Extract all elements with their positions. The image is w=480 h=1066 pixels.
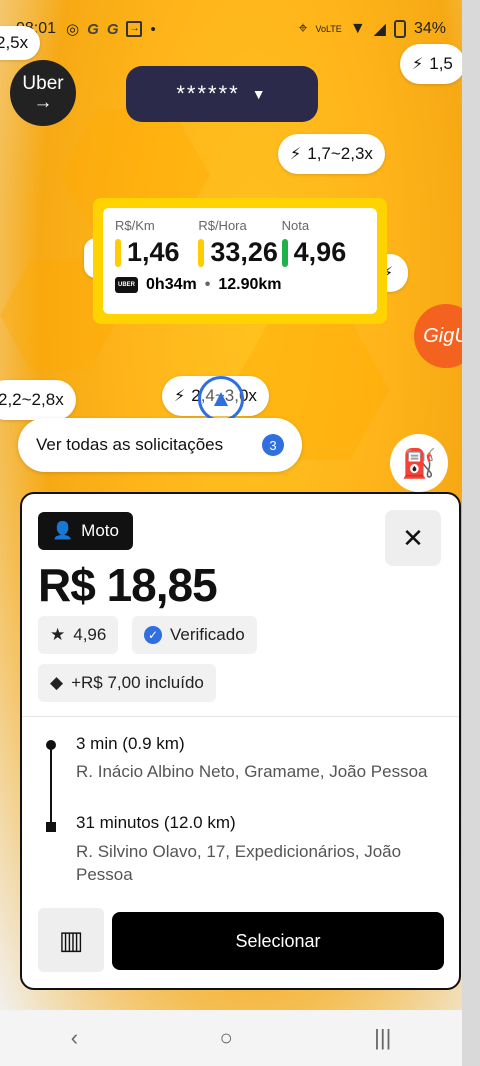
verified-icon: ✓: [144, 626, 162, 644]
pickup-address: R. Inácio Albino Neto, Gramame, João Pes…: [76, 762, 428, 781]
uber-logo[interactable]: Uber →: [10, 60, 76, 126]
divider: [22, 716, 459, 717]
arrow-right-icon: →: [33, 92, 53, 113]
surge-value: 1,5: [429, 54, 453, 73]
stat-label-hour: R$/Hora: [198, 218, 247, 233]
route-line: [50, 744, 52, 828]
fuel-station-icon[interactable]: ⛽: [390, 434, 448, 492]
box-icon: →: [126, 21, 143, 37]
uber-mini-logo: UBER: [115, 277, 139, 293]
trip-distance: 12.90km: [218, 276, 282, 293]
bonus-chip: ◆ +R$ 7,00 incluído: [38, 664, 216, 702]
chevron-down-icon: ▼: [251, 86, 268, 102]
surge-pill[interactable]: 2,2~2,8x: [0, 380, 76, 420]
g-icon: G: [87, 20, 99, 38]
g-icon: G: [106, 20, 119, 38]
location-icon: ⌖: [298, 20, 308, 37]
stat-rating: 4,96: [281, 237, 365, 268]
stat-value: 33,26: [210, 237, 278, 267]
select-button[interactable]: Selecionar: [112, 912, 444, 970]
close-button[interactable]: ✕: [385, 510, 441, 566]
dropoff-address: R. Silvino Olavo, 17, Expedicionários, J…: [76, 842, 402, 884]
cell-signal-icon: ◢: [373, 21, 386, 38]
verified-label: Verificado: [170, 625, 245, 644]
system-nav-bar: ‹ ○ |||: [0, 1010, 462, 1066]
select-label: Selecionar: [235, 930, 321, 951]
separator-dot: •: [204, 276, 211, 293]
signal-icon: ▼: [349, 20, 366, 37]
recents-icon[interactable]: |||: [374, 1025, 391, 1051]
ride-type-label: Moto: [81, 521, 119, 540]
star-icon: ★: [50, 625, 66, 644]
stat-indicator-green: [281, 238, 288, 267]
screen: 08:01 ◎ G G → • ⌖ VoLTE ▼ ◢ 34% 2,5x ⚡ 1…: [0, 0, 462, 1066]
dot-icon: •: [150, 20, 156, 38]
surge-pill[interactable]: ⚡ 1,5: [400, 44, 462, 84]
bolt-icon: ⚡: [290, 146, 302, 163]
requests-count-badge: 3: [262, 434, 284, 456]
uber-logo-text: Uber: [22, 73, 64, 94]
bonus-label: +R$ 7,00 incluído: [71, 673, 204, 692]
status-bar: 08:01 ◎ G G → • ⌖ VoLTE ▼ ◢ 34%: [0, 14, 462, 44]
rating-chip: ★ 4,96: [38, 616, 119, 654]
surge-pill[interactable]: 2,5x: [0, 26, 41, 60]
screen-edge: [462, 0, 480, 1066]
dropoff-square: [46, 822, 56, 832]
view-all-requests-button[interactable]: Ver todas as solicitações 3: [18, 418, 302, 472]
dropoff-time: 31 minutos (12.0 km): [76, 813, 236, 832]
rider-rating: 4,96: [73, 625, 107, 644]
gigu-stats-card: R$/Km R$/Hora Nota 1,46 33,26 4,96 UBER …: [93, 198, 387, 324]
trip-duration: 0h34m: [146, 276, 197, 293]
ride-price: R$ 18,85: [38, 559, 218, 611]
person-icon: 👤: [52, 521, 74, 540]
network-label: VoLTE: [315, 23, 342, 34]
map-view-button[interactable]: ▥: [38, 908, 104, 972]
close-icon: ✕: [402, 522, 424, 553]
pickup-time: 3 min (0.9 km): [76, 734, 185, 753]
battery-level: 34%: [413, 20, 446, 37]
map-icon: ▥: [58, 924, 84, 955]
stats-footer: UBER 0h34m • 12.90km: [115, 276, 365, 294]
masked-text: ******: [176, 81, 240, 106]
account-selector[interactable]: ****** ▼: [126, 66, 318, 122]
stat-label-km: R$/Km: [115, 218, 155, 233]
stats-panel: R$/Km R$/Hora Nota 1,46 33,26 4,96 UBER …: [103, 208, 377, 314]
surge-value: 2,5x: [0, 33, 29, 52]
surge-value: 1,7~2,3x: [307, 144, 373, 163]
view-all-label: Ver todas as solicitações: [36, 435, 224, 454]
stat-indicator-yellow: [115, 238, 121, 267]
ride-type-badge: 👤 Moto: [38, 512, 133, 550]
stat-hour: 33,26: [198, 237, 281, 268]
stat-value: 1,46: [127, 237, 180, 267]
stat-label-rating: Nota: [281, 218, 310, 233]
gigu-label: GigU: [423, 324, 462, 347]
home-icon[interactable]: ○: [219, 1025, 232, 1051]
navigation-arrow-icon[interactable]: ▲: [198, 376, 244, 422]
stat-value: 4,96: [293, 237, 347, 267]
surge-pill[interactable]: ⚡ 1,7~2,3x: [278, 134, 385, 174]
surge-value: 2,2~2,8x: [0, 390, 64, 409]
back-icon[interactable]: ‹: [71, 1025, 78, 1051]
bolt-icon: ⚡: [412, 56, 424, 73]
ride-request-card: 👤 Moto ✕ R$ 18,85 ★ 4,96 ✓ Verificado ◆ …: [20, 492, 461, 990]
wifi-icon: ◎: [66, 21, 80, 38]
battery-icon: [393, 20, 406, 38]
stat-indicator-yellow: [198, 238, 205, 267]
verified-chip: ✓ Verificado: [132, 616, 257, 654]
bonus-icon: ◆: [50, 673, 64, 692]
stat-km: 1,46: [115, 237, 198, 268]
pickup-dot: [46, 740, 56, 750]
bolt-icon: ⚡: [174, 388, 186, 405]
